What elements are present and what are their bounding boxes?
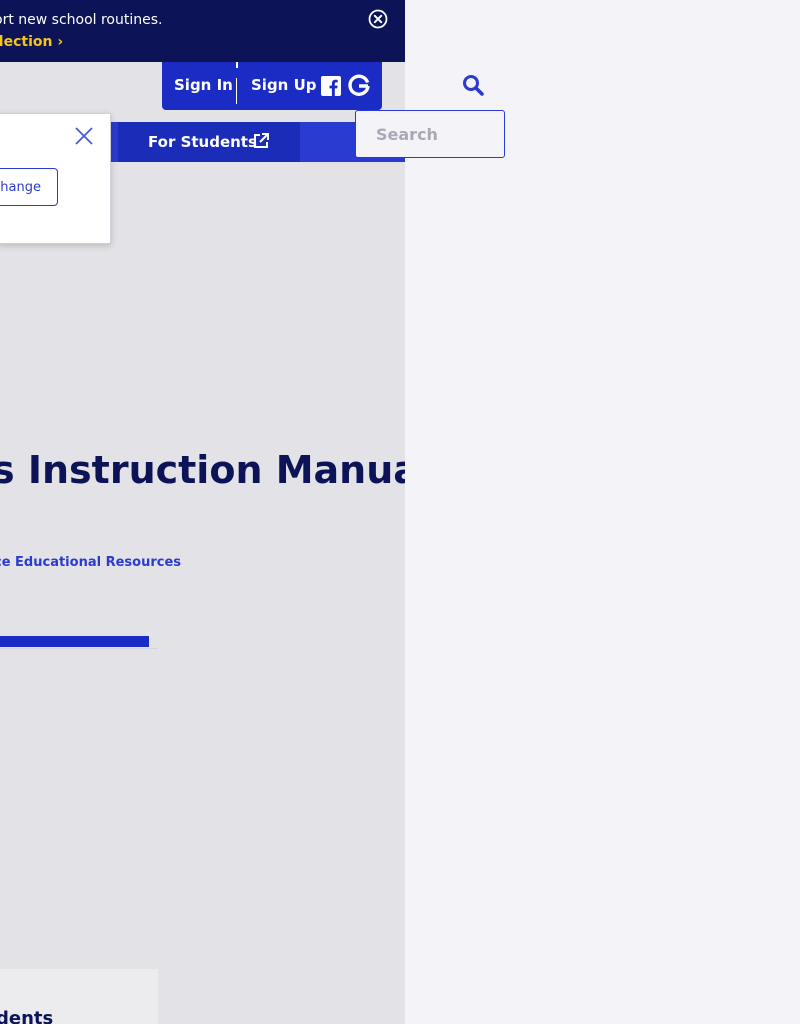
popover-change-label[interactable]: change [0, 180, 41, 195]
promo-link-label[interactable]: llection [0, 34, 52, 50]
popover-change-button[interactable]: change [0, 168, 58, 206]
close-icon[interactable] [74, 126, 94, 146]
external-link-icon [254, 133, 269, 148]
sign-up-button[interactable]: Sign Up [251, 76, 317, 94]
page-viewport: ort new school routines. llection › Sign… [0, 0, 405, 1024]
nav-for-students-label[interactable]: For Students [148, 133, 257, 151]
promo-link[interactable]: llection › [0, 34, 63, 50]
reading-progress-fill [0, 636, 149, 647]
google-icon[interactable] [347, 74, 371, 98]
reading-progress-bar [0, 636, 158, 649]
auth-divider [236, 78, 237, 104]
chevron-right-icon: › [57, 34, 64, 50]
promo-banner: ort new school routines. llection › [0, 0, 405, 62]
card-title: dents [0, 1008, 54, 1024]
sign-in-button[interactable]: Sign In [174, 76, 233, 94]
close-circle-icon[interactable] [368, 9, 388, 29]
promo-text: ort new school routines. [0, 12, 163, 28]
auth-tick [236, 62, 238, 68]
search-icon[interactable] [462, 74, 484, 96]
breadcrumb-link[interactable]: ce Educational Resources [0, 555, 181, 570]
facebook-icon[interactable] [321, 76, 341, 96]
nav-for-students[interactable]: For Students [118, 122, 300, 162]
page-title: s Instruction Manual | [0, 448, 405, 492]
search-input[interactable] [355, 110, 505, 158]
